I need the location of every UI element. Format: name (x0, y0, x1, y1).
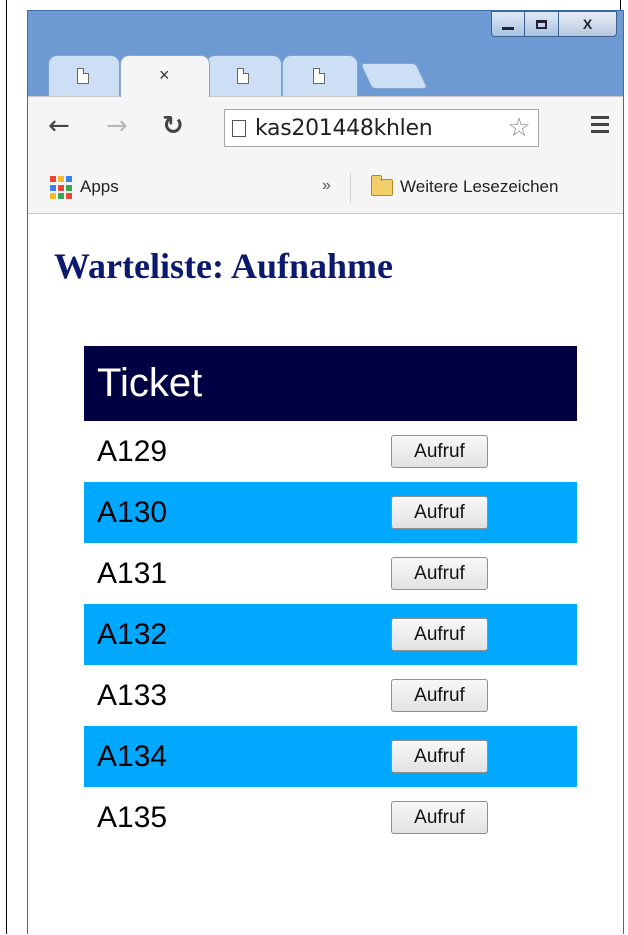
tab-strip: × X (28, 11, 623, 97)
close-icon: X (582, 16, 593, 32)
tab-4[interactable] (282, 55, 358, 97)
table-header-row: Ticket (84, 346, 577, 421)
ticket-number: A134 (84, 726, 377, 787)
tab-1[interactable] (48, 55, 120, 97)
new-tab-button[interactable] (359, 63, 429, 89)
ticket-action-cell: Aufruf (377, 726, 577, 787)
apps-icon[interactable] (50, 176, 74, 200)
ticket-action-cell: Aufruf (377, 421, 577, 482)
bookmarks-bar: Apps » Weitere Lesezeichen (28, 163, 623, 214)
table-row: A135 Aufruf (84, 787, 577, 848)
table-row: A133 Aufruf (84, 665, 577, 726)
call-ticket-button[interactable]: Aufruf (391, 801, 488, 834)
page-info-icon (232, 120, 246, 137)
tab-active[interactable]: × (120, 55, 210, 97)
call-ticket-button[interactable]: Aufruf (391, 679, 488, 712)
table-row: A132 Aufruf (84, 604, 577, 665)
minimize-icon (502, 26, 514, 30)
call-ticket-button[interactable]: Aufruf (391, 618, 488, 651)
page-viewport: Warteliste: Aufnahme Ticket A129 Aufruf A1… (28, 214, 623, 935)
ticket-action-cell: Aufruf (377, 787, 577, 848)
bookmarks-divider (350, 173, 351, 203)
ticket-number: A130 (84, 482, 377, 543)
left-frame-line (6, 0, 7, 934)
call-ticket-button[interactable]: Aufruf (391, 740, 488, 773)
maximize-button[interactable] (525, 11, 559, 37)
call-ticket-button[interactable]: Aufruf (391, 557, 488, 590)
page-icon (77, 68, 89, 84)
ticket-number: A131 (97, 556, 168, 590)
ticket-action-cell: Aufruf (377, 665, 577, 726)
tab-close-icon[interactable]: × (159, 65, 170, 85)
table-row: A129 Aufruf (84, 421, 577, 482)
reload-icon[interactable]: ↻ (162, 111, 184, 141)
page-icon (313, 68, 325, 84)
tab-3[interactable] (206, 55, 282, 97)
ticket-action-cell: Aufruf (377, 482, 577, 543)
call-ticket-button[interactable]: Aufruf (391, 435, 488, 468)
url-text[interactable]: kas201448khlen (255, 116, 433, 141)
table-row: A130 Aufruf (84, 482, 577, 543)
ticket-number: A132 (84, 604, 377, 665)
back-arrow-icon[interactable]: ← (48, 111, 70, 141)
navigation-toolbar: ← → ↻ kas201448khlen ☆ (28, 96, 623, 163)
other-bookmarks-folder[interactable]: Weitere Lesezeichen (400, 177, 558, 197)
ticket-action-cell: Aufruf (377, 543, 577, 604)
browser-window: × X ← → ↻ kas201448khlen ☆ Apps » Weiter… (27, 10, 624, 935)
ticket-number: A133 (97, 678, 168, 712)
table-row: A131 Aufruf (84, 543, 577, 604)
page-title: Warteliste: Aufnahme (54, 246, 393, 286)
bookmarks-overflow-icon[interactable]: » (322, 177, 331, 195)
ticket-number: A135 (97, 800, 168, 834)
table-row: A134 Aufruf (84, 726, 577, 787)
ticket-number: A129 (97, 434, 168, 468)
menu-icon[interactable] (591, 116, 609, 137)
ticket-rows: A129 Aufruf A130 Aufruf A131 Aufruf A132 Aufruf… (84, 421, 577, 848)
star-icon[interactable]: ☆ (500, 110, 538, 146)
page-icon (237, 68, 249, 84)
minimize-button[interactable] (491, 11, 525, 37)
ticket-column-header: Ticket (84, 346, 577, 421)
maximize-icon (536, 19, 547, 29)
folder-icon (371, 175, 393, 196)
window-controls: X (491, 11, 617, 39)
call-ticket-button[interactable]: Aufruf (391, 496, 488, 529)
apps-bookmark[interactable]: Apps (80, 177, 119, 197)
forward-arrow-icon[interactable]: → (106, 111, 128, 141)
address-bar[interactable]: kas201448khlen ☆ (224, 109, 539, 147)
ticket-table: Ticket A129 Aufruf A130 Aufruf A131 Aufruf A13… (84, 346, 577, 848)
close-window-button[interactable]: X (559, 11, 617, 37)
ticket-action-cell: Aufruf (377, 604, 577, 665)
